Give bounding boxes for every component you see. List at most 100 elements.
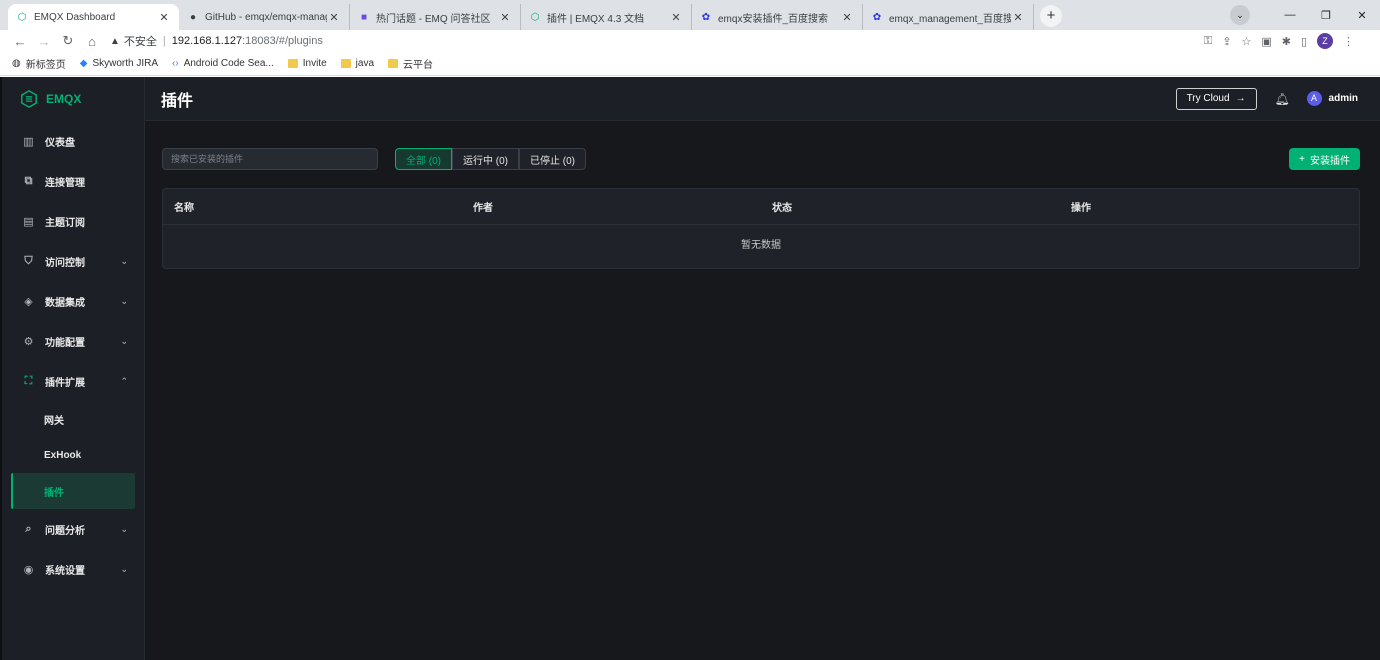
- column-header-status: 状态: [772, 203, 792, 214]
- menu-item-extensions[interactable]: ⛶ 插件扩展 ⌃: [2, 361, 144, 401]
- tab-title: EMQX Dashboard: [34, 11, 116, 23]
- emqx-dashboard: EMQX ▥ 仪表盘 ⧉ 连接管理 ▤ 主题订阅 ⛉ 访问控制 ⌄ ◈ 数据集成…: [0, 77, 1380, 660]
- bookmark-label: java: [355, 58, 375, 69]
- try-cloud-button[interactable]: Try Cloud →: [1175, 87, 1257, 110]
- bookmark[interactable]: Invite: [287, 58, 327, 69]
- url-field[interactable]: ▲ 不安全 | 192.168.1.127 :18083/#/plugins: [104, 31, 1204, 51]
- connections-icon: ⧉: [24, 174, 33, 187]
- sidepanel-icon[interactable]: ▯: [1301, 35, 1307, 48]
- column-header-actions: 操作: [1071, 203, 1091, 214]
- browser-tab[interactable]: ✿ emqx_management_百度搜索 ✕: [863, 4, 1034, 30]
- new-tab-plus-icon[interactable]: +: [1040, 5, 1062, 27]
- reload-icon[interactable]: ↻: [56, 33, 80, 49]
- submenu-item-exhook[interactable]: ExHook: [2, 437, 144, 473]
- tab-title: emqx安装插件_百度搜索: [718, 13, 829, 25]
- browser-tab[interactable]: ⬡ 插件 | EMQX 4.3 文档 ✕: [521, 4, 692, 30]
- jira-icon: ◆: [79, 58, 88, 69]
- address-bar: ← → ↻ ⌂ ▲ 不安全 | 192.168.1.127 :18083/#/p…: [0, 30, 1380, 52]
- tab-title: 插件 | EMQX 4.3 文档: [547, 13, 645, 25]
- arrow-right-icon: →: [1235, 93, 1246, 104]
- menu-item-access-control[interactable]: ⛉ 访问控制 ⌄: [2, 241, 144, 281]
- bookmarks-bar: ◍ 新标签页 ◆ Skyworth JIRA ‹› Android Code Sea.…: [0, 52, 1380, 76]
- back-arrow-icon[interactable]: ←: [8, 34, 32, 49]
- extension-app-icon[interactable]: ▣: [1261, 35, 1271, 48]
- emqx-hex-icon: ⬡: [530, 11, 540, 23]
- bookmark[interactable]: ◆ Skyworth JIRA: [80, 58, 158, 69]
- search-input[interactable]: [162, 148, 378, 170]
- restore-icon[interactable]: ❐: [1308, 9, 1344, 22]
- menu-item-dashboard[interactable]: ▥ 仪表盘: [2, 121, 144, 161]
- menu-item-subscriptions[interactable]: ▤ 主题订阅: [2, 201, 144, 241]
- kebab-menu-icon[interactable]: ⋮: [1343, 35, 1354, 48]
- bookmark[interactable]: 云平台: [388, 56, 433, 71]
- folder-icon: [340, 59, 351, 68]
- install-plugin-button[interactable]: + 安装插件: [1289, 148, 1360, 170]
- browser-tab[interactable]: ⬡ EMQX Dashboard ✕: [8, 4, 179, 30]
- main-area: 插件 Try Cloud → 🔔︎ A admin 全部 (0) 运行中 (0)…: [145, 77, 1380, 660]
- close-icon[interactable]: ✕: [1011, 11, 1025, 24]
- bookmark-label: Skyworth JIRA: [92, 58, 159, 69]
- key-icon[interactable]: ⚿: [1204, 35, 1212, 48]
- folder-icon: [287, 59, 298, 68]
- close-icon[interactable]: ✕: [157, 11, 171, 24]
- tab-search-chevron-icon[interactable]: ⌄: [1230, 5, 1250, 25]
- plugins-content: 全部 (0) 运行中 (0) 已停止 (0) + 安装插件 名称 作者 状态 操…: [145, 121, 1380, 269]
- puzzle-icon[interactable]: ✱: [1282, 35, 1291, 48]
- minimize-icon[interactable]: —: [1272, 9, 1308, 21]
- close-icon[interactable]: ✕: [327, 11, 341, 24]
- filter-running-button[interactable]: 运行中 (0): [452, 148, 519, 170]
- sidebar: EMQX ▥ 仪表盘 ⧉ 连接管理 ▤ 主题订阅 ⛉ 访问控制 ⌄ ◈ 数据集成…: [0, 77, 145, 660]
- bookmark-label: 新标签页: [25, 60, 66, 71]
- bell-icon[interactable]: 🔔︎: [1275, 92, 1290, 106]
- tab-title: emqx_management_百度搜索: [889, 13, 1011, 25]
- close-icon[interactable]: ✕: [498, 11, 512, 24]
- url-host[interactable]: 192.168.1.127: [172, 35, 242, 47]
- close-icon[interactable]: ✕: [669, 11, 683, 24]
- address-bar-actions: ⚿ ⇪ ☆ ▣ ✱ ▯ Z ⋮: [1204, 33, 1372, 49]
- chevron-down-icon: ⌄: [120, 523, 128, 534]
- empty-table-text: 暂无数据: [741, 240, 781, 251]
- baidu-icon: ✿: [701, 11, 711, 23]
- menu-item-data-integration[interactable]: ◈ 数据集成 ⌄: [2, 281, 144, 321]
- logo[interactable]: EMQX: [2, 77, 144, 121]
- menu-label: 功能配置: [45, 337, 85, 349]
- close-icon[interactable]: ✕: [840, 11, 854, 24]
- code-icon: ‹›: [172, 58, 179, 69]
- menu-item-configuration[interactable]: ⚙ 功能配置 ⌄: [2, 321, 144, 361]
- chevron-up-icon: ⌃: [120, 375, 128, 386]
- filter-all-button[interactable]: 全部 (0): [395, 148, 452, 170]
- bookmark[interactable]: java: [340, 58, 375, 69]
- status-filter-group: 全部 (0) 运行中 (0) 已停止 (0): [395, 148, 586, 170]
- menu-item-connections[interactable]: ⧉ 连接管理: [2, 161, 144, 201]
- menu-item-system[interactable]: ◉ 系统设置 ⌄: [2, 549, 144, 589]
- browser-tab[interactable]: ● GitHub - emqx/emqx-manage ✕: [179, 4, 350, 30]
- avatar: A: [1306, 91, 1322, 106]
- share-icon[interactable]: ⇪: [1222, 35, 1231, 48]
- submenu-item-plugins[interactable]: 插件: [11, 473, 135, 509]
- column-header-author: 作者: [473, 203, 493, 214]
- filter-stopped-button[interactable]: 已停止 (0): [519, 148, 586, 170]
- url-path[interactable]: :18083/#/plugins: [242, 35, 323, 47]
- bookmark[interactable]: ◍ 新标签页: [12, 56, 66, 71]
- menu-item-diagnose[interactable]: ⌕ 问题分析 ⌄: [2, 509, 144, 549]
- browser-tab[interactable]: ✿ emqx安装插件_百度搜索 ✕: [692, 4, 863, 30]
- bookmark[interactable]: ‹› Android Code Sea...: [172, 58, 274, 69]
- folder-icon: [388, 59, 399, 68]
- security-label[interactable]: 不安全: [124, 33, 157, 49]
- menu-label: 问题分析: [45, 525, 85, 537]
- menu-label: 系统设置: [45, 565, 85, 577]
- plus-icon: +: [1299, 153, 1305, 165]
- window-close-icon[interactable]: ✕: [1344, 9, 1380, 22]
- baidu-icon: ✿: [872, 11, 882, 23]
- profile-avatar[interactable]: Z: [1317, 33, 1333, 49]
- submenu-item-gateway[interactable]: 网关: [2, 401, 144, 437]
- browser-tab-strip: ⬡ EMQX Dashboard ✕ ● GitHub - emqx/emqx-…: [0, 0, 1380, 30]
- star-icon[interactable]: ☆: [1241, 35, 1251, 48]
- warning-icon[interactable]: ▲: [110, 36, 120, 47]
- data-integration-icon: ◈: [24, 295, 33, 308]
- menu-label: 插件扩展: [45, 377, 85, 389]
- user-menu[interactable]: A admin: [1306, 91, 1358, 106]
- browser-tab[interactable]: ■ 热门话题 - EMQ 问答社区 ✕: [350, 4, 521, 30]
- forward-arrow-icon[interactable]: →: [32, 34, 56, 49]
- home-icon[interactable]: ⌂: [80, 34, 104, 49]
